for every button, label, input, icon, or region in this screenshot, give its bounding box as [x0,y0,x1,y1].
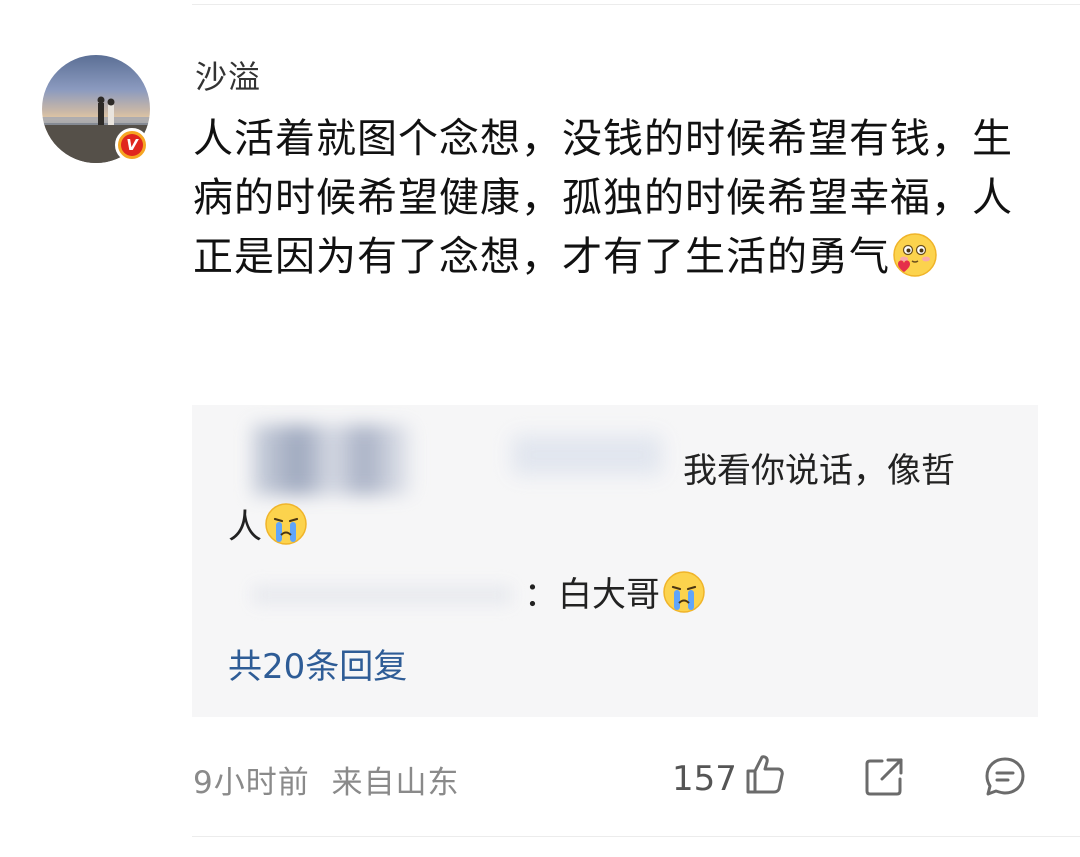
comment-icon[interactable] [983,755,1027,803]
crying-emoji-icon [264,502,308,563]
comment-body: 人活着就图个念想，没钱的时候希望有钱，生病的时候希望健康，孤独的时候希望幸福，人… [193,110,1023,295]
reply-text: 我看你说话，像哲人 [228,451,955,547]
reply-item[interactable]: ：白大哥 [228,567,706,631]
more-replies-link[interactable]: 共20条回复 [228,639,407,688]
post-meta: 9小时前 来自山东 [193,757,459,802]
crying-emoji-icon [662,570,706,631]
share-icon[interactable] [862,755,906,803]
blush-heart-emoji-icon [892,232,938,295]
replies-panel[interactable]: 我看你说话，像哲人 ：白大哥 共20条回复 [192,405,1038,717]
reply-text: ：白大哥 [524,575,660,615]
verified-badge-letter: V [121,134,143,156]
verified-badge: V [115,128,149,162]
top-divider [192,4,1080,5]
username[interactable]: 沙溢 [195,52,261,98]
like-count[interactable]: 157 [672,759,737,799]
post-time: 9小时前 [193,765,310,801]
comment-text: 人活着就图个念想，没钱的时候希望有钱，生病的时候希望健康，孤独的时候希望幸福，人… [193,116,1013,280]
bottom-divider [192,836,1080,837]
reply-item[interactable]: 我看你说话，像哲人 [228,443,988,563]
thumbs-up-icon[interactable] [744,752,786,800]
post-location: 来自山东 [331,765,460,801]
